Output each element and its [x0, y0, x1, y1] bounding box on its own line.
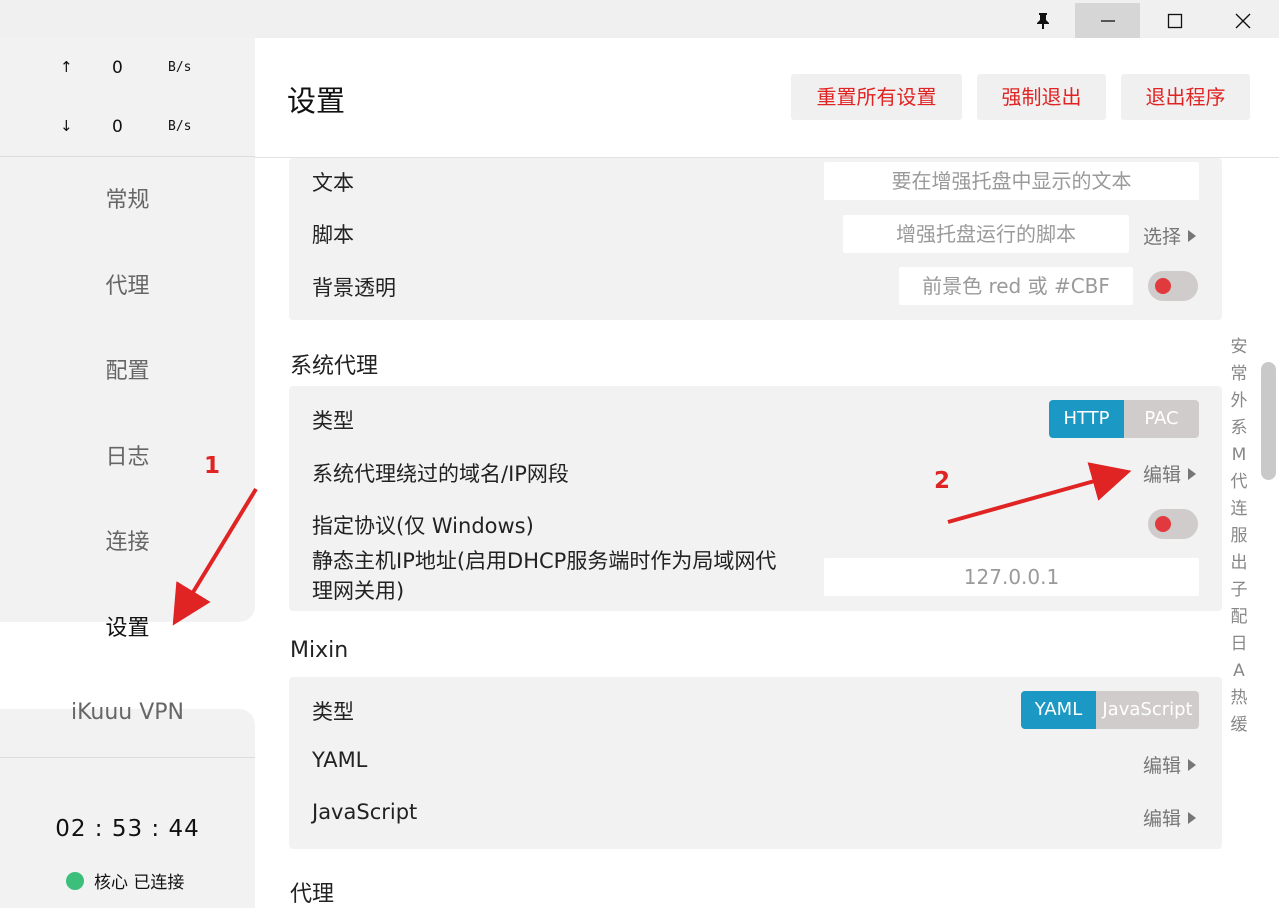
annotation-arrow-2	[947, 462, 1132, 524]
annotation-arrow-1	[172, 487, 258, 626]
annotation-arrows	[172, 462, 1132, 626]
